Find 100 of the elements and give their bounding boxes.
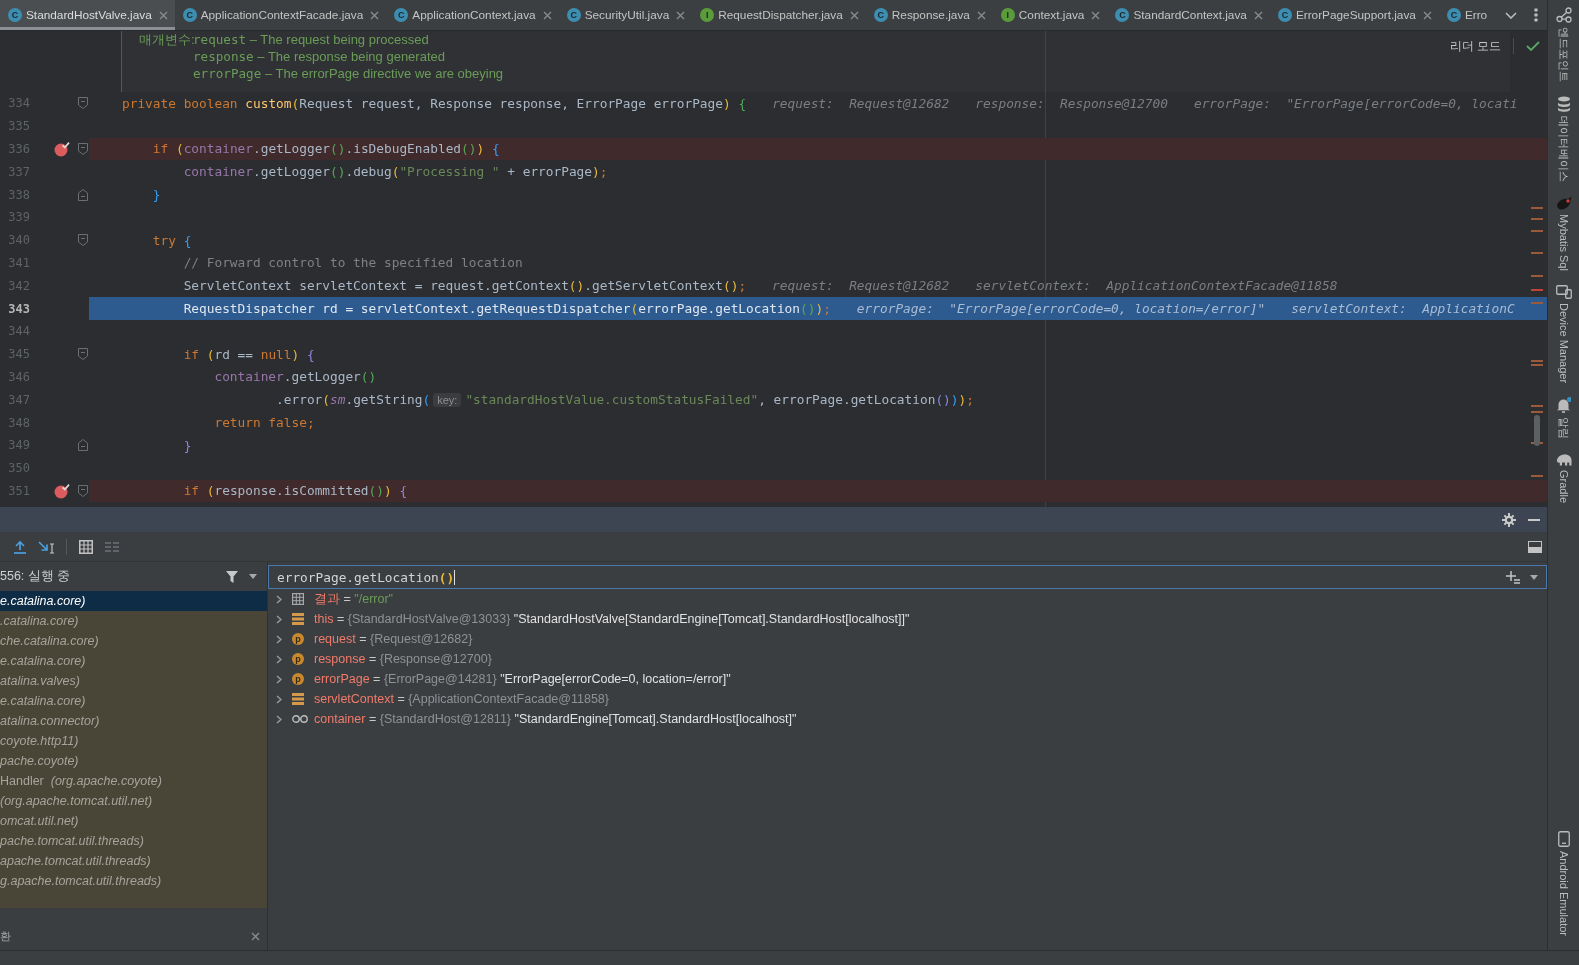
tool-window-button[interactable]: Mybatis Sql (1555, 196, 1572, 271)
code-text: private boolean custom(Request request, Response response, ErrorPage errorPage) { (122, 95, 747, 111)
add-watch-icon[interactable] (1506, 570, 1520, 584)
stack-frame[interactable]: coyote.http11) (0, 731, 267, 751)
close-icon[interactable] (542, 10, 552, 20)
fold-icon[interactable] (78, 484, 88, 497)
glasses-icon (292, 715, 308, 723)
line-number: 343 (7, 301, 30, 316)
caret-icon[interactable] (1530, 574, 1538, 580)
close-icon[interactable] (976, 10, 986, 20)
parameter-icon: p (292, 673, 304, 685)
scrollbar-thumb[interactable] (1534, 415, 1540, 446)
variable-text[interactable]: servletContext = {ApplicationContextFacade@11858} (314, 692, 609, 706)
editor-tab[interactable]: C ApplicationContext.java (386, 0, 559, 30)
code-text: try { (152, 232, 192, 248)
parameter-icon: p (292, 653, 304, 665)
code-text: } (152, 187, 161, 203)
run-to-cursor-icon[interactable] (38, 539, 54, 554)
fold-icon[interactable] (78, 143, 88, 155)
expression-field[interactable]: errorPage.getLocation() (268, 565, 1547, 589)
breakpoint-icon[interactable] (54, 482, 70, 499)
close-icon[interactable] (251, 931, 260, 941)
elephant-icon (1555, 452, 1572, 466)
editor-tab[interactable]: C SecurityUtil.java (558, 0, 693, 30)
stack-frame[interactable]: e.catalina.core) (0, 591, 267, 611)
close-icon[interactable] (1422, 10, 1432, 20)
close-icon[interactable] (849, 10, 859, 20)
chevron-down-icon[interactable] (1505, 11, 1517, 19)
stack-frame[interactable]: pache.tomcat.util.threads) (0, 831, 267, 851)
parameter-icon: p (292, 633, 304, 645)
editor-tab[interactable]: C ErrorPageSupport.java (1269, 0, 1439, 30)
file-type-icon: C (8, 8, 22, 22)
settings-icon[interactable] (1502, 512, 1516, 527)
close-icon[interactable] (1253, 10, 1263, 20)
editor-tab[interactable]: C Erro (1438, 0, 1495, 30)
variable-text[interactable]: container = {StandardHost@12811} "StandardEngine[Tomcat].StandardHost[localhost]" (314, 712, 797, 726)
nodes-icon (1555, 7, 1572, 23)
variable-text[interactable]: response = {Response@12700} (314, 652, 492, 666)
tool-window-button[interactable]: 알림 (1556, 396, 1571, 439)
variable-text[interactable]: 결과 = "/error" (314, 590, 394, 608)
tool-window-button[interactable]: 데이터베이스 (1556, 96, 1571, 182)
inline-value-hint: errorPage: "ErrorPage[errorCode=0, location=/error]" (856, 301, 1266, 317)
stack-frame[interactable]: e.catalina.core) (0, 691, 267, 711)
code-text: if (rd == null) { (183, 346, 315, 362)
code-text: } (183, 437, 192, 453)
variable-text[interactable]: errorPage = {ErrorPage@14281} "ErrorPage[errorCode=0, location=/error]" (314, 672, 731, 686)
tool-window-button[interactable]: 엔드포인트 (1555, 7, 1572, 82)
close-icon[interactable] (158, 10, 168, 20)
variable-text[interactable]: this = {StandardHostValve@13033} "StandardHostValve[StandardEngine[Tomcat].StandardHost[localhost]]" (314, 612, 910, 626)
inline-value-hint: errorPage: "ErrorPage[errorCode=0, locati (1193, 95, 1518, 111)
doc-label: 매개변수: (139, 31, 195, 47)
stack-frame[interactable]: atalina.valves) (0, 671, 267, 691)
editor-tab[interactable]: I Context.java (992, 0, 1108, 30)
stack-frame[interactable]: e.catalina.core) (0, 651, 267, 671)
close-icon[interactable] (1091, 10, 1101, 20)
variable-text[interactable]: request = {Request@12682} (314, 632, 473, 646)
fold-icon[interactable] (78, 348, 88, 361)
stack-frame[interactable]: pache.coyote) (0, 751, 267, 771)
stack-frame[interactable]: omcat.util.net) (0, 811, 267, 831)
editor-tab[interactable]: I RequestDispatcher.java (692, 0, 866, 30)
table-icon[interactable] (79, 539, 93, 554)
code-text: "standardHostValue.customStatusFailed", errorPage.getLocation())); (465, 392, 974, 408)
filter-icon[interactable] (226, 570, 238, 583)
editor-tab[interactable]: C ApplicationContextFacade.java (174, 0, 387, 30)
tool-window-button[interactable]: Android Emulator (1556, 831, 1571, 936)
editor-tab[interactable]: C Response.java (865, 0, 993, 30)
inline-value-hint: request: Request@12682 (772, 278, 950, 294)
stack-frame[interactable]: apache.tomcat.util.threads) (0, 851, 267, 871)
stack-frame[interactable]: atalina.connector) (0, 711, 267, 731)
stack-frame[interactable]: .catalina.core) (0, 611, 267, 631)
inline-value-hint: servletContext: ApplicationContextFacade@11858 (975, 278, 1338, 294)
file-type-icon: C (1277, 8, 1292, 22)
panel-label: 환 (0, 928, 11, 944)
more-icon[interactable] (1534, 8, 1538, 22)
editor-tab[interactable]: C StandardContext.java (1107, 0, 1270, 30)
tool-window-button[interactable]: Gradle (1555, 452, 1572, 503)
fold-icon[interactable] (78, 234, 88, 247)
tool-window-button[interactable]: Device Manager (1555, 284, 1572, 383)
bell-icon (1556, 396, 1571, 413)
text-cursor (454, 569, 456, 585)
minimize-icon[interactable] (1528, 518, 1540, 521)
fold-icon[interactable] (78, 188, 88, 201)
close-icon[interactable] (370, 10, 380, 20)
code-text: RequestDispatcher rd = servletContext.getRequestDispatcher(errorPage.getLocation()); (183, 301, 831, 317)
field-icon (292, 693, 304, 705)
breakpoint-icon[interactable] (54, 141, 70, 157)
layout-icon[interactable] (1528, 540, 1542, 553)
stack-frame[interactable]: (org.apache.tomcat.util.net) (0, 791, 267, 811)
step-out-icon[interactable] (14, 539, 26, 554)
fold-icon[interactable] (78, 439, 88, 452)
close-icon[interactable] (676, 10, 686, 20)
stack-frame[interactable]: g.apache.tomcat.util.threads) (0, 871, 267, 891)
fold-icon[interactable] (78, 97, 88, 110)
stack-frame[interactable]: che.catalina.core) (0, 631, 267, 651)
phone-icon (1557, 831, 1570, 847)
reader-mode-link[interactable]: 리더 모드 (1449, 38, 1501, 54)
caret-icon[interactable] (249, 574, 257, 579)
editor-tab[interactable]: C StandardHostValve.java (0, 0, 175, 30)
stack-frame[interactable]: Handler (org.apache.coyote) (0, 771, 267, 791)
code-text: // Forward control to the specified location (183, 255, 523, 271)
